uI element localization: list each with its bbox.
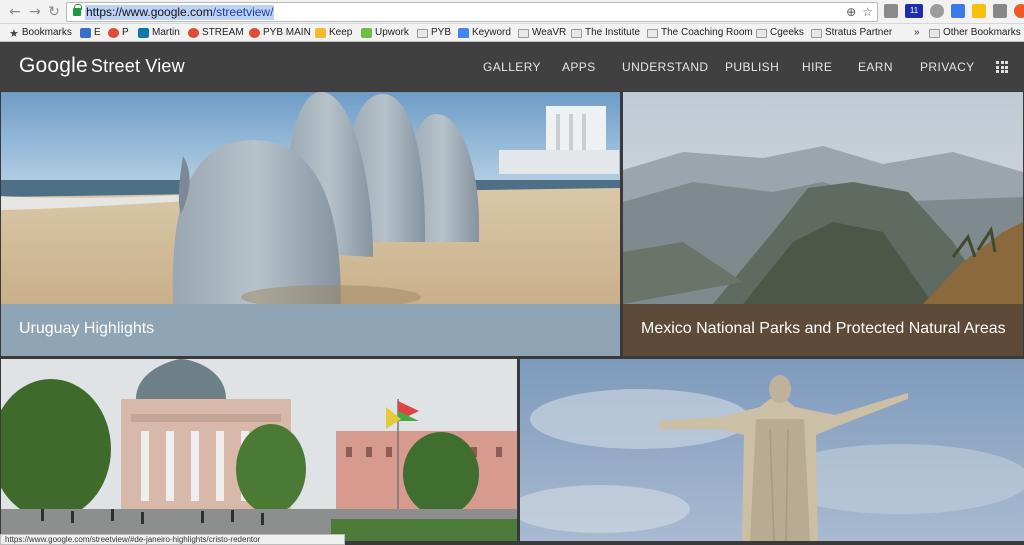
site-header: Google Street View GALLERY APPS UNDERSTAN… xyxy=(0,43,1024,91)
bookmark-label: E xyxy=(94,27,101,38)
bookmark-label: WeaVR xyxy=(532,27,567,38)
tile-caption: Mexico National Parks and Protected Natu… xyxy=(641,320,1006,337)
linkedin-icon xyxy=(138,28,149,38)
extension-badge-icon[interactable]: 11 xyxy=(905,4,923,18)
bookmark-label: Martin xyxy=(152,27,180,38)
bookmark-star-icon[interactable]: ☆ xyxy=(862,5,873,19)
bookmark-item[interactable]: PYB MAIN xyxy=(249,27,311,39)
lock-icon xyxy=(73,4,82,16)
tile-caption-bar: Mexico National Parks and Protected Natu… xyxy=(623,304,1023,356)
apps-grid-icon[interactable] xyxy=(996,61,1008,73)
bookmark-label: PYB MAIN xyxy=(263,27,311,38)
tile-caption: Uruguay Highlights xyxy=(19,320,155,337)
bookmark-label: Keep xyxy=(329,27,353,38)
nav-earn[interactable]: EARN xyxy=(858,60,893,74)
bookmark-item[interactable]: Stratus Partner xyxy=(811,27,892,39)
nav-publish[interactable]: PUBLISH xyxy=(725,60,779,74)
mail-icon xyxy=(80,28,91,38)
bookmarks-overflow-button[interactable]: » xyxy=(914,27,920,39)
other-bookmarks[interactable]: Other Bookmarks xyxy=(929,27,1021,39)
la-paz-photo xyxy=(1,359,517,541)
logo-google: Google xyxy=(19,54,88,77)
google-plus-icon xyxy=(249,28,260,38)
bookmark-item[interactable]: PYB xyxy=(417,27,451,39)
back-icon[interactable]: ← xyxy=(6,3,24,21)
folder-icon xyxy=(647,28,658,38)
link-status-bar: https://www.google.com/streetview/#de-ja… xyxy=(0,534,345,545)
uruguay-photo xyxy=(1,92,620,304)
extension-icon[interactable] xyxy=(972,4,986,18)
bookmark-item[interactable]: Martin xyxy=(138,27,180,39)
folder-icon xyxy=(518,28,529,38)
rio-photo xyxy=(520,359,1024,541)
keep-icon xyxy=(315,28,326,38)
bookmark-label: STREAM xyxy=(202,27,244,38)
folder-icon xyxy=(929,28,940,38)
nav-gallery[interactable]: GALLERY xyxy=(483,60,541,74)
bookmark-item[interactable]: STREAM xyxy=(188,27,244,39)
nav-understand[interactable]: UNDERSTAND xyxy=(622,60,708,74)
extension-icon[interactable] xyxy=(993,4,1007,18)
extension-icon[interactable] xyxy=(930,4,944,18)
reload-icon[interactable]: ↻ xyxy=(45,3,63,21)
bookmark-item[interactable]: WeaVR xyxy=(518,27,566,39)
folder-icon xyxy=(811,28,822,38)
bookmarks-bar: ★ Bookmarks E P Martin STREAM PYB MAIN Ke… xyxy=(0,24,1024,42)
bookmark-label: Keyword xyxy=(472,27,511,38)
adwords-icon xyxy=(458,28,469,38)
gallery-tile-uruguay[interactable]: Uruguay Highlights xyxy=(1,92,620,356)
extension-icon[interactable] xyxy=(951,4,965,18)
google-plus-icon xyxy=(188,28,199,38)
bookmark-item[interactable]: Upwork xyxy=(361,27,409,39)
folder-icon xyxy=(571,28,582,38)
bookmark-item[interactable]: Keyword xyxy=(458,27,511,39)
upwork-icon xyxy=(361,28,372,38)
gallery-tile-rio[interactable] xyxy=(520,359,1024,541)
forward-icon[interactable]: → xyxy=(26,3,44,21)
street-view-logo[interactable]: Google Street View xyxy=(19,53,185,79)
mexico-photo xyxy=(623,92,1023,304)
gallery-tile-la-paz[interactable] xyxy=(1,359,517,541)
bookmark-item[interactable]: ★ Bookmarks xyxy=(9,27,72,40)
extension-icon[interactable] xyxy=(1014,4,1024,18)
address-bar[interactable]: https://www.google.com/streetview/ ⊕ ☆ xyxy=(66,2,878,22)
overflow-chevron-icon: » xyxy=(914,27,920,38)
cast-icon[interactable] xyxy=(884,4,898,18)
bookmark-label: The Coaching Room xyxy=(661,27,753,38)
folder-icon xyxy=(756,28,767,38)
url-host: https://www.google.com xyxy=(86,5,213,19)
star-icon: ★ xyxy=(9,27,19,40)
url-text[interactable]: https://www.google.com/streetview/ xyxy=(85,5,275,20)
url-path: /streetview/ xyxy=(212,5,274,19)
bookmark-label: Cgeeks xyxy=(770,27,804,38)
bookmark-label: PYB xyxy=(431,27,452,38)
bookmark-item[interactable]: P xyxy=(108,27,129,39)
zoom-icon[interactable]: ⊕ xyxy=(846,5,856,19)
bookmark-label: Upwork xyxy=(375,27,409,38)
bookmark-item[interactable]: The Institute xyxy=(571,27,640,39)
gallery-tile-mexico[interactable]: Mexico National Parks and Protected Natu… xyxy=(623,92,1023,356)
bookmark-item[interactable]: Cgeeks xyxy=(756,27,804,39)
nav-hire[interactable]: HIRE xyxy=(802,60,832,74)
bookmark-item[interactable]: The Coaching Room xyxy=(647,27,753,39)
nav-apps[interactable]: APPS xyxy=(562,60,596,74)
tile-caption-bar: Uruguay Highlights xyxy=(1,304,620,356)
google-plus-icon xyxy=(108,28,119,38)
bookmark-label: Bookmarks xyxy=(21,27,72,38)
bookmark-label: The Institute xyxy=(585,27,641,38)
nav-privacy[interactable]: PRIVACY xyxy=(920,60,975,74)
bookmark-label: Other Bookmarks xyxy=(943,27,1021,38)
logo-product: Street View xyxy=(90,56,185,76)
browser-toolbar: ← → ↻ https://www.google.com/streetview/… xyxy=(0,0,1024,24)
bookmark-label: P xyxy=(122,27,129,38)
bookmark-item[interactable]: Keep xyxy=(315,27,352,39)
bookmark-label: Stratus Partner xyxy=(825,27,893,38)
bookmark-item[interactable]: E xyxy=(80,27,101,39)
folder-icon xyxy=(417,28,428,38)
